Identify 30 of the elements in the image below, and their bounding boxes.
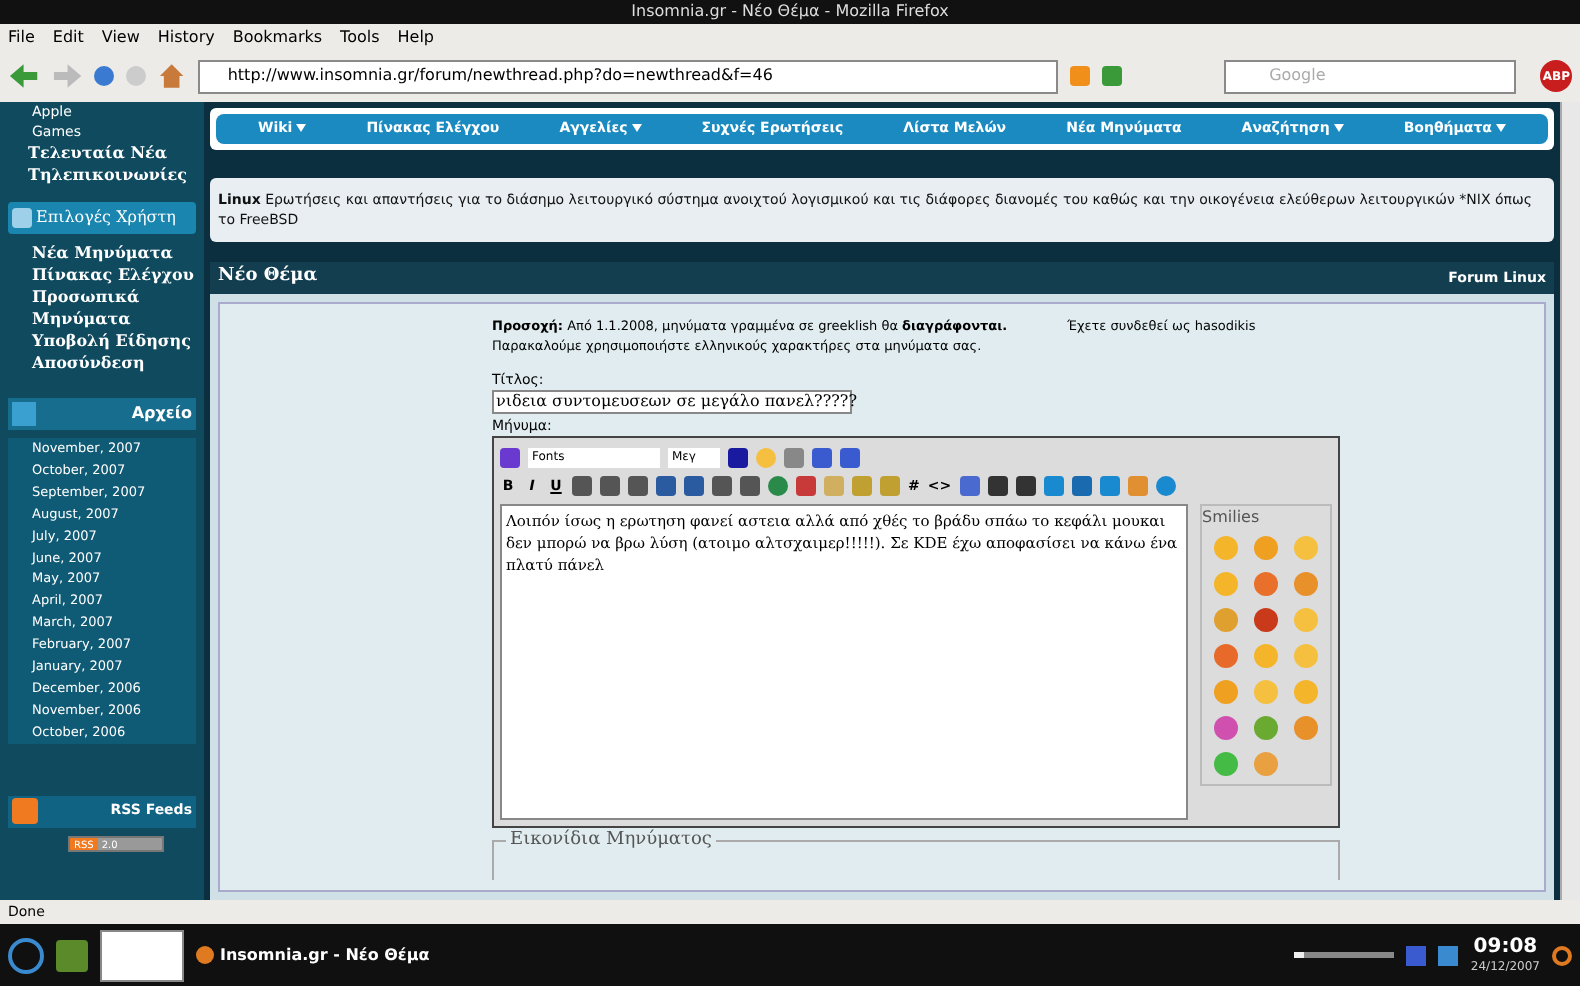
menu-item[interactable]: File bbox=[8, 29, 35, 45]
menu-item[interactable]: Edit bbox=[52, 29, 84, 45]
menu-item[interactable]: Bookmarks bbox=[232, 29, 323, 45]
sidebar-link[interactable]: Τελευταία Νέα bbox=[8, 142, 196, 164]
menu-item[interactable]: View bbox=[101, 29, 140, 45]
url-field[interactable]: http://www.insomnia.gr/forum/newthread.php?do=newthread&f=46 bbox=[197, 59, 1058, 93]
sidebar-link[interactable]: Προσωπικά bbox=[32, 286, 196, 308]
menu-item[interactable]: Help bbox=[397, 29, 435, 45]
back-arrow-icon[interactable] bbox=[8, 62, 40, 90]
forward-arrow-icon[interactable] bbox=[51, 62, 83, 90]
window-title: Insomnia.gr - Νέο Θέμα - Mozilla Firefox bbox=[631, 4, 949, 20]
sidebar-link[interactable]: Υποβολή Είδησης bbox=[32, 330, 196, 352]
pager-thumbnail[interactable] bbox=[100, 929, 184, 981]
sidebar-header-title: Επιλογές Χρήστη bbox=[36, 206, 176, 230]
clock-time: 09:08 bbox=[1473, 935, 1538, 959]
sidebar-link[interactable]: Αποσύνδεση bbox=[32, 352, 196, 374]
sidebar-link[interactable]: Νέα Μηνύματα bbox=[32, 242, 196, 264]
fieldset-legend: Εικονίδια Μηνύματος bbox=[506, 828, 716, 852]
sidebar-link[interactable]: Πίνακας Ελέγχου bbox=[32, 264, 196, 286]
panel-title: Νέο Θέμα bbox=[218, 264, 318, 291]
sidebar-header-title: Αρχείο bbox=[131, 402, 192, 426]
menu-item[interactable]: Tools bbox=[340, 29, 380, 45]
sidebar-link[interactable]: Τηλεπικοινωνίες bbox=[8, 164, 196, 186]
sidebar-link[interactable]: Μηνύματα bbox=[32, 308, 196, 330]
home-icon[interactable] bbox=[158, 62, 186, 90]
smilies-title: Smilies bbox=[1202, 506, 1260, 530]
title-field[interactable]: νιδεια συντομευσεων σε μεγάλο πανελ????? bbox=[492, 390, 852, 414]
menu-item[interactable]: History bbox=[157, 29, 215, 45]
volume-slider[interactable] bbox=[1294, 952, 1395, 958]
task-button[interactable]: Insomnia.gr - Νέο Θέμα bbox=[196, 943, 430, 967]
